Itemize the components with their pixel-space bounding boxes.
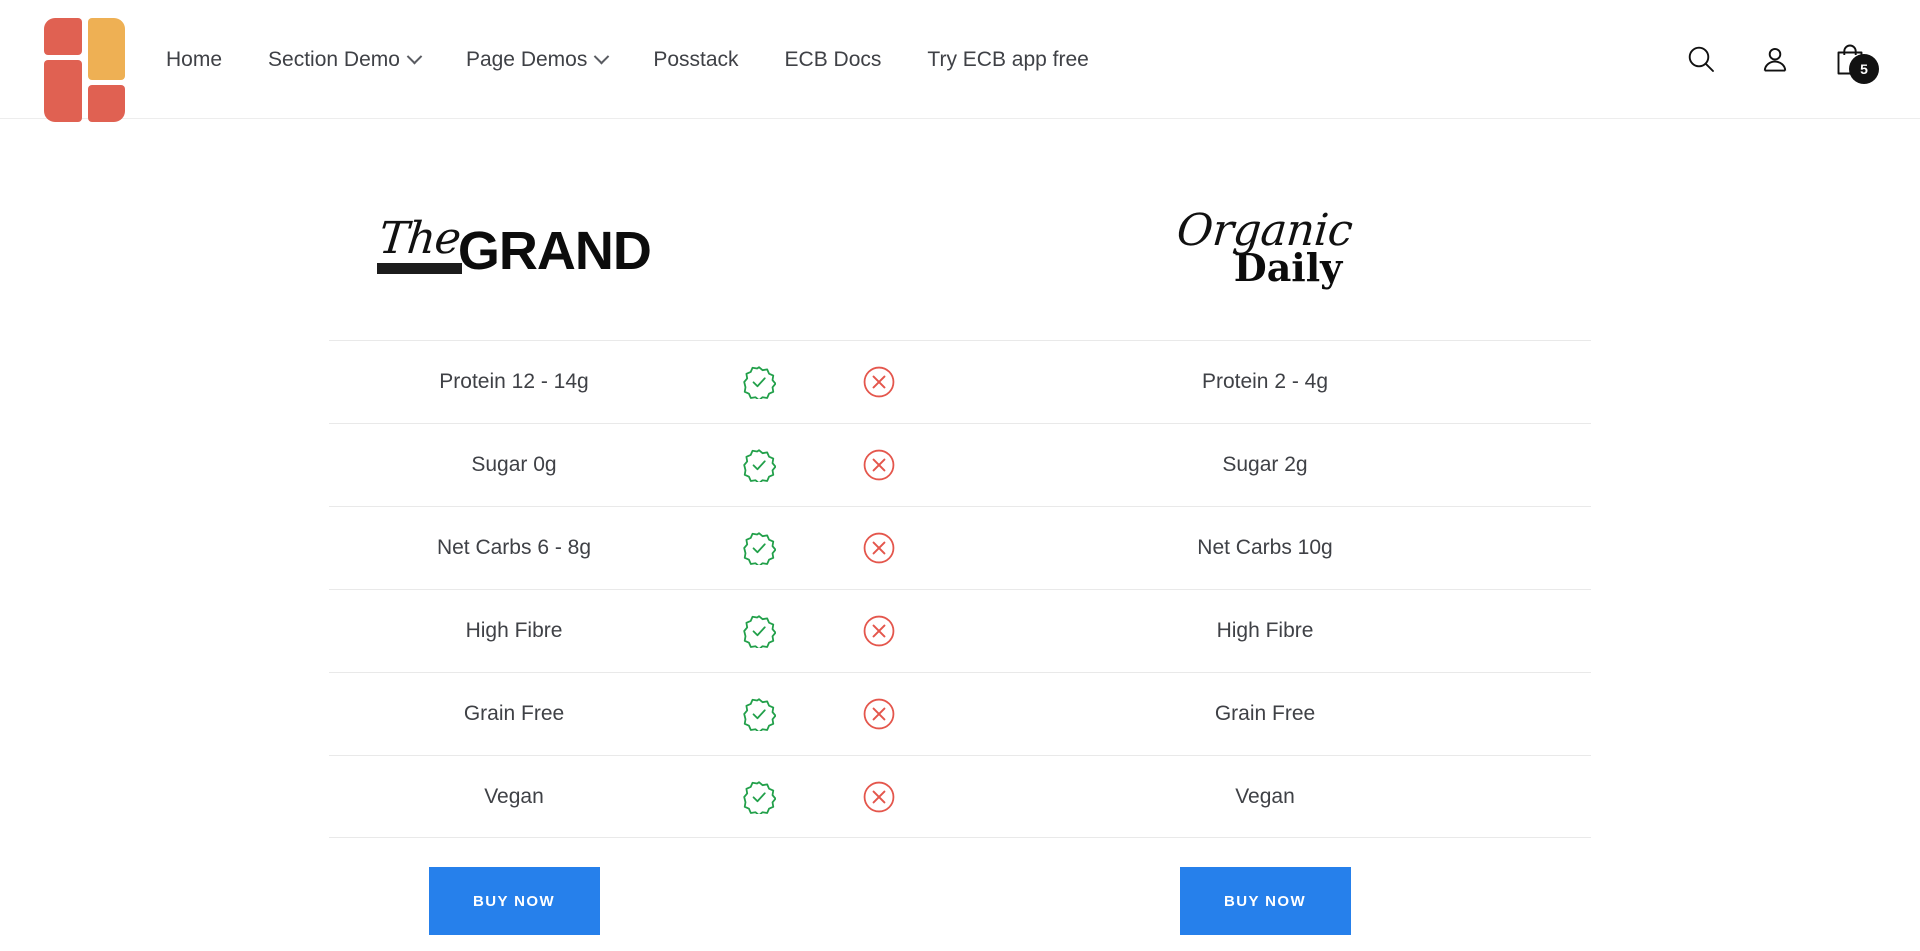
nav-label-ecb-docs: ECB Docs	[784, 47, 882, 71]
row-check-cell	[699, 590, 819, 672]
chevron-down-icon	[406, 48, 423, 64]
nav-item-page-demos[interactable]: Page Demos	[443, 47, 630, 71]
nav-item-ecb-docs[interactable]: ECB Docs	[762, 49, 905, 70]
logo-tile-bottom-left	[44, 60, 82, 122]
header-actions: 5	[1686, 42, 1879, 84]
left-cta-cell: BUY NOW	[329, 867, 699, 935]
left-brand-underline-bar	[377, 263, 462, 274]
logo-tile-top-right	[88, 18, 125, 80]
row-right-value: Net Carbs 10g	[1197, 536, 1333, 559]
row-left-value: Grain Free	[463, 702, 565, 725]
row-left-value: High Fibre	[465, 619, 563, 642]
nav-label-posstack: Posstack	[653, 47, 739, 71]
account-icon	[1763, 47, 1787, 72]
comparison-table: The GRAND Organic Daily Protein 12 - 14g	[329, 119, 1591, 935]
cross-circle-icon	[863, 532, 895, 564]
search-button[interactable]	[1686, 44, 1716, 74]
left-brand-bold-text: GRAND	[457, 221, 652, 281]
row-gap-spacer	[939, 673, 1080, 755]
cross-circle-icon	[863, 366, 895, 398]
buy-now-button-left[interactable]: BUY NOW	[428, 867, 600, 935]
left-brand-logo: The GRAND	[329, 213, 699, 281]
row-left-value: Vegan	[484, 784, 544, 808]
cross-circle-icon	[863, 781, 895, 812]
check-badge-icon	[743, 449, 776, 482]
row-gap-spacer	[939, 424, 1080, 506]
nav-label-home: Home	[166, 47, 223, 71]
cart-count-badge: 5	[1849, 54, 1879, 84]
row-right-value: Protein 2 - 4g	[1201, 370, 1329, 393]
brand-logo-row: The GRAND Organic Daily	[329, 155, 1591, 340]
row-check-cell	[699, 756, 819, 837]
row-check-cell	[699, 673, 819, 755]
nav-item-section-demo[interactable]: Section Demo	[245, 47, 443, 71]
row-cross-cell	[819, 590, 939, 672]
search-icon	[1688, 46, 1714, 72]
site-logo[interactable]	[40, 16, 126, 122]
cross-circle-icon	[863, 449, 895, 481]
row-right-value: Sugar 2g	[1222, 453, 1308, 476]
nav-label-try-ecb-app-free: Try ECB app free	[927, 47, 1089, 71]
table-row: Net Carbs 6 - 8g Net Carbs 10g	[329, 506, 1591, 589]
right-cta-cell: BUY NOW	[1080, 867, 1450, 935]
cta-row: BUY NOW BUY NOW	[329, 838, 1591, 935]
row-right-value: Vegan	[1235, 784, 1295, 808]
check-badge-icon	[743, 366, 776, 399]
left-brand-script-text: The	[376, 213, 463, 264]
row-check-cell	[699, 507, 819, 589]
table-row: Protein 12 - 14g Protein 2 - 4g	[329, 340, 1591, 423]
table-row: High Fibre High Fibre	[329, 589, 1591, 672]
row-cross-cell	[819, 673, 939, 755]
row-right-value: High Fibre	[1216, 619, 1314, 642]
chevron-down-icon	[594, 48, 610, 64]
check-badge-icon	[743, 698, 776, 731]
row-gap-spacer	[939, 507, 1080, 589]
logo-tile-top-left	[44, 18, 82, 55]
table-row: Vegan Vegan	[329, 755, 1591, 838]
row-right-value: Grain Free	[1214, 702, 1316, 725]
row-cross-cell	[819, 756, 939, 837]
check-badge-icon	[743, 615, 776, 648]
row-left-value: Net Carbs 6 - 8g	[436, 536, 592, 559]
right-brand-logo: Organic Daily	[1080, 204, 1450, 287]
cross-circle-icon	[863, 698, 895, 730]
site-header: Home Section Demo Page Demos Posstack EC…	[0, 0, 1920, 122]
logo-tile-bottom-right	[88, 85, 125, 122]
cart-button[interactable]: 5	[1834, 42, 1879, 84]
nav-label-section-demo: Section Demo	[268, 47, 400, 71]
table-row: Grain Free Grain Free	[329, 672, 1591, 755]
check-badge-icon	[743, 780, 776, 814]
row-left-value: Protein 12 - 14g	[439, 370, 589, 393]
main-navigation: Home Section Demo Page Demos Posstack EC…	[152, 47, 1112, 71]
row-gap-spacer	[939, 590, 1080, 672]
row-check-cell	[699, 424, 819, 506]
row-cross-cell	[819, 424, 939, 506]
nav-item-try-ecb-app-free[interactable]: Try ECB app free	[904, 49, 1111, 70]
row-cross-cell	[819, 341, 939, 423]
account-button[interactable]	[1760, 44, 1790, 74]
buy-now-button-right[interactable]: BUY NOW	[1179, 867, 1351, 935]
row-gap-spacer	[939, 341, 1080, 423]
cross-circle-icon	[863, 615, 895, 647]
right-brand-script-text: Organic	[1175, 204, 1355, 256]
nav-item-posstack[interactable]: Posstack	[630, 49, 761, 70]
row-cross-cell	[819, 507, 939, 589]
nav-item-home[interactable]: Home	[152, 49, 245, 70]
row-left-value: Sugar 0g	[471, 453, 557, 476]
row-check-cell	[699, 341, 819, 423]
check-badge-icon	[743, 532, 776, 565]
table-row: Sugar 0g Sugar 2g	[329, 423, 1591, 506]
nav-label-page-demos: Page Demos	[465, 47, 588, 71]
row-gap-spacer	[939, 756, 1080, 837]
